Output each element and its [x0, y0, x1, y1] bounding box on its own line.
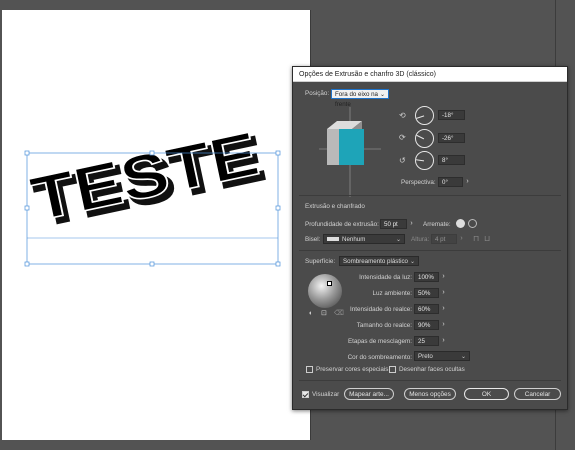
dialog-title: Opções de Extrusão e chanfro 3D (clássic… [293, 67, 567, 82]
rotate-x-field[interactable]: -18° [438, 110, 465, 120]
height-stepper[interactable]: › [457, 234, 466, 244]
chevron-down-icon: ⌄ [460, 354, 466, 360]
preserve-spot-label: Preservar cores especiais [316, 366, 389, 373]
rotate-y-dial[interactable] [415, 129, 434, 148]
rotate-y-field[interactable]: -26° [438, 133, 465, 143]
surface-label: Superfície: [305, 258, 336, 265]
shading-color-select[interactable]: Preto ⌄ [414, 351, 470, 361]
light-intensity-stepper[interactable]: › [439, 272, 448, 282]
blend-steps-field[interactable]: 25 [414, 336, 439, 346]
draw-hidden-faces-checkbox[interactable] [389, 366, 396, 373]
new-light-icon[interactable]: ⊡ [321, 310, 327, 318]
preview-checkbox[interactable] [302, 391, 309, 398]
shading-color-label: Cor do sombreamento: [347, 354, 412, 361]
ok-button[interactable]: OK [464, 388, 509, 400]
ambient-field[interactable]: 50% [414, 288, 439, 298]
depth-label: Profundidade de extrusão: [305, 221, 379, 228]
ambient-label: Luz ambiente: [372, 290, 412, 297]
blend-steps-label: Etapas de mesclagem: [347, 338, 412, 345]
bevel-preview-icon [327, 237, 339, 242]
depth-stepper[interactable]: › [407, 219, 416, 229]
cap-label: Arremate: [423, 221, 451, 228]
bevel-out-icon[interactable]: ⊓ [473, 235, 479, 243]
highlight-size-field[interactable]: 90% [414, 320, 439, 330]
perspective-stepper[interactable]: › [463, 177, 472, 187]
rotate-z-field[interactable]: 8° [438, 155, 465, 165]
depth-field[interactable]: 50 pt [380, 219, 407, 229]
rotate-z-icon: ↺ [399, 156, 406, 165]
map-art-button[interactable]: Mapear arte... [344, 388, 394, 400]
height-label: Altura: [411, 236, 430, 243]
bevel-select[interactable]: Nenhum ⌄ [323, 234, 405, 244]
position-select[interactable]: Fora do eixo na frente ⌄ [331, 89, 389, 108]
surface-select[interactable]: Sombreamento plástico ⌄ [339, 256, 419, 266]
position-value: Fora do eixo na frente [335, 91, 378, 108]
cube-front-face [339, 129, 364, 165]
rotate-x-icon: ⟲ [399, 111, 406, 120]
ambient-stepper[interactable]: › [439, 288, 448, 298]
extrude-bevel-dialog: Opções de Extrusão e chanfro 3D (clássic… [292, 66, 568, 410]
extrude-section-title: Extrusão e chanfrado [305, 203, 365, 210]
preview-label: Visualizar [312, 391, 340, 398]
perspective-label: Perspectiva: [401, 179, 436, 186]
highlight-size-label: Tamanho do realce: [356, 322, 412, 329]
cap-on-icon[interactable] [456, 219, 465, 228]
shading-color-value: Preto [418, 353, 433, 360]
chevron-down-icon: ⌄ [409, 259, 415, 265]
blend-steps-stepper[interactable]: › [439, 336, 448, 346]
divider [299, 250, 561, 251]
cap-off-icon[interactable] [468, 219, 477, 228]
chevron-down-icon: ⌄ [395, 237, 401, 243]
cancel-button[interactable]: Cancelar [514, 388, 561, 400]
height-field[interactable]: 4 pt [431, 234, 457, 244]
position-label: Posição: [305, 90, 330, 97]
light-source-handle[interactable] [327, 281, 332, 286]
light-intensity-field[interactable]: 100% [414, 272, 439, 282]
bevel-label: Bisel: [305, 236, 321, 243]
lighting-sphere[interactable] [308, 274, 342, 308]
highlight-intensity-label: Intensidade do realce: [350, 306, 412, 313]
light-intensity-label: Intensidade da luz: [359, 274, 412, 281]
move-light-back-icon[interactable]: ◖ [308, 310, 312, 318]
highlight-size-stepper[interactable]: › [439, 320, 448, 330]
rotate-x-dial[interactable] [415, 106, 434, 125]
highlight-intensity-field[interactable]: 60% [414, 304, 439, 314]
bevel-value: Nenhum [342, 236, 366, 243]
less-options-button[interactable]: Menos opções [404, 388, 456, 400]
rotate-y-icon: ⟳ [399, 133, 406, 142]
rotation-cube-trackball[interactable] [319, 107, 381, 197]
divider [299, 380, 561, 381]
divider [299, 195, 561, 196]
rotate-z-dial[interactable] [415, 151, 434, 170]
highlight-intensity-stepper[interactable]: › [439, 304, 448, 314]
bevel-in-icon[interactable]: ⊔ [484, 235, 490, 243]
perspective-field[interactable]: 0° [438, 177, 463, 187]
preserve-spot-checkbox[interactable] [306, 366, 313, 373]
draw-hidden-faces-label: Desenhar faces ocultas [399, 366, 465, 373]
surface-value: Sombreamento plástico [343, 258, 409, 265]
chevron-down-icon: ⌄ [379, 92, 385, 98]
